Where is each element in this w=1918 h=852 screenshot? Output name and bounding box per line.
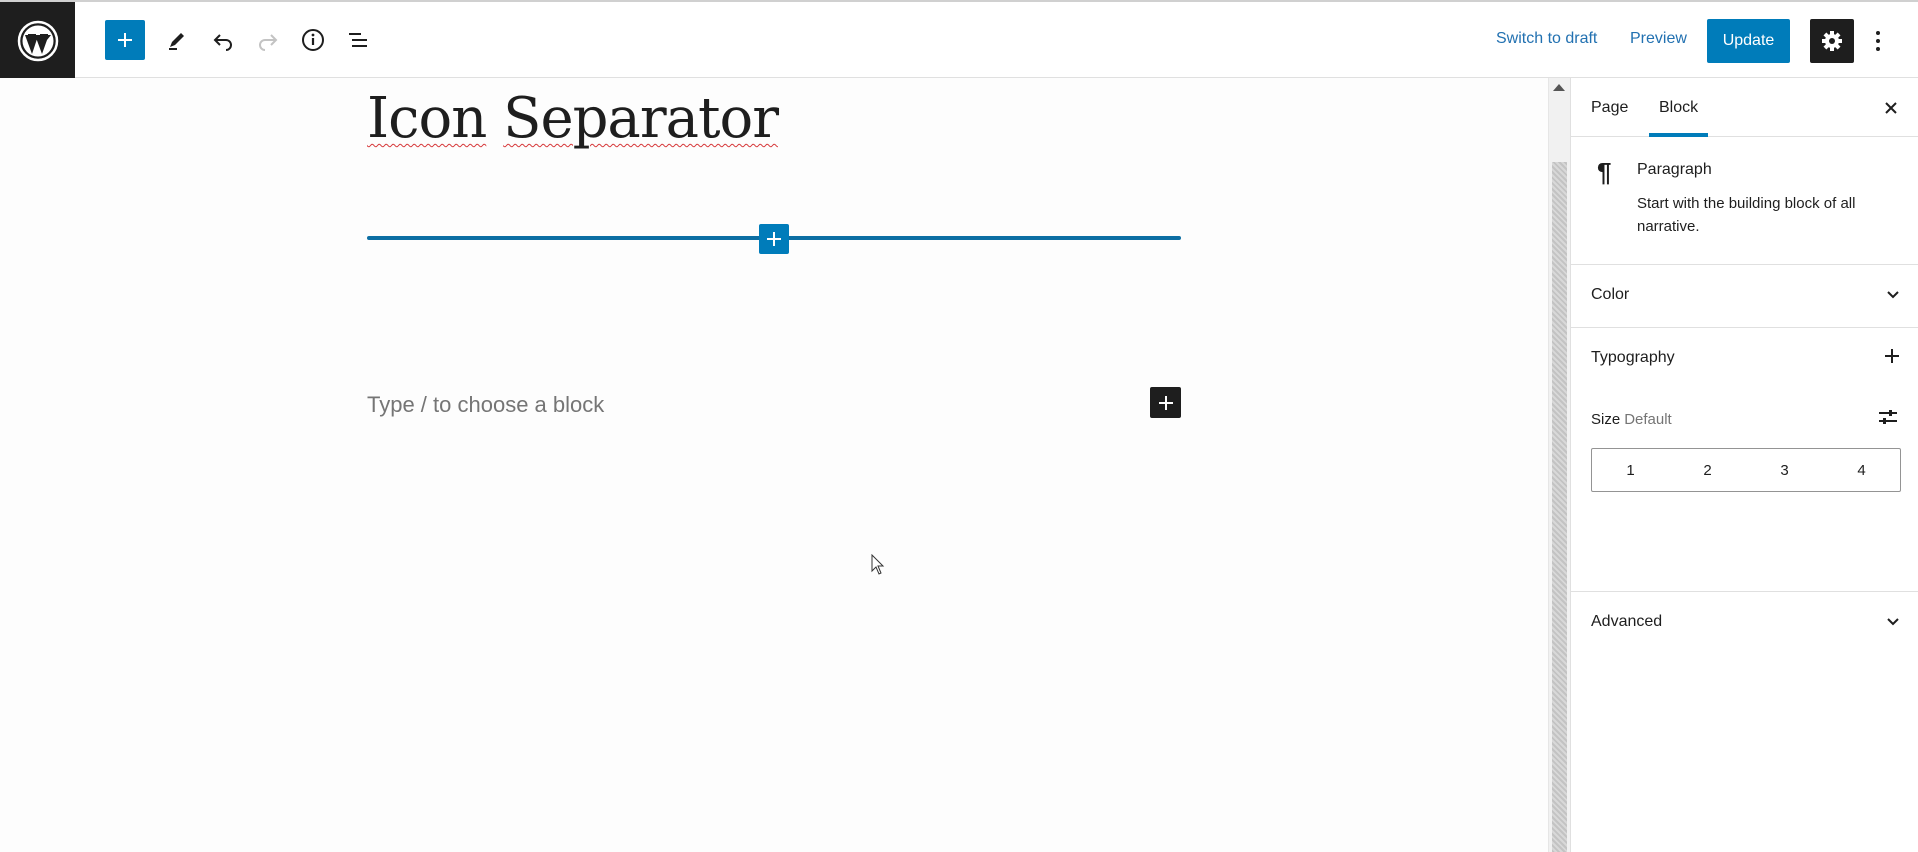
info-icon[interactable] <box>293 20 333 60</box>
plus-icon[interactable] <box>1883 347 1901 370</box>
title-word: Separator <box>503 86 779 151</box>
block-inserter-button[interactable] <box>105 20 145 60</box>
editor-canvas[interactable]: Icon Separator Type / to choose a block <box>0 78 1548 852</box>
chevron-down-icon[interactable] <box>1885 286 1901 307</box>
update-button[interactable]: Update <box>1707 19 1790 63</box>
font-size-option[interactable]: 1 <box>1592 449 1669 491</box>
title-word: Icon <box>367 86 487 151</box>
block-placeholder[interactable]: Type / to choose a block <box>367 392 604 418</box>
editor-toolbar: Switch to draft Preview Update <box>0 0 1918 79</box>
advanced-panel-title: Advanced <box>1591 613 1663 630</box>
custom-size-settings-icon[interactable] <box>1877 406 1899 433</box>
typography-panel-title: Typography <box>1591 349 1675 366</box>
preview-link[interactable]: Preview <box>1630 30 1687 48</box>
sidebar-tabs: Page Block <box>1571 78 1918 137</box>
paragraph-icon: ¶ <box>1597 157 1612 187</box>
wordpress-logo-icon[interactable] <box>0 2 75 79</box>
font-size-option[interactable]: 2 <box>1669 449 1746 491</box>
block-description: Start with the building block of all nar… <box>1637 195 1856 235</box>
block-card: ¶ Paragraph Start with the building bloc… <box>1571 137 1918 265</box>
separator-plus-icon[interactable] <box>759 224 789 254</box>
settings-sidebar: Page Block ¶ Paragraph Start with the bu… <box>1570 78 1918 852</box>
color-panel-title: Color <box>1591 286 1630 303</box>
block-name: Paragraph <box>1637 161 1712 178</box>
page-title[interactable]: Icon Separator <box>367 86 779 151</box>
list-view-icon[interactable] <box>338 20 378 60</box>
font-size-option[interactable]: 4 <box>1823 449 1900 491</box>
size-value: Default <box>1624 411 1672 428</box>
chevron-down-icon[interactable] <box>1885 613 1901 634</box>
add-block-button[interactable] <box>1150 387 1181 418</box>
font-size-label: Size Default <box>1591 411 1672 428</box>
canvas-scrollbar[interactable] <box>1548 78 1570 852</box>
tab-block[interactable]: Block <box>1649 78 1709 137</box>
close-icon[interactable] <box>1877 94 1905 122</box>
redo-icon[interactable] <box>248 20 288 60</box>
scroll-up-arrow-icon[interactable] <box>1553 84 1565 91</box>
more-options-icon[interactable] <box>1866 19 1890 63</box>
pencil-tools-icon[interactable] <box>157 20 197 60</box>
undo-icon[interactable] <box>203 20 243 60</box>
mouse-cursor-icon <box>871 553 885 581</box>
scrollbar-thumb[interactable] <box>1552 162 1567 852</box>
color-panel[interactable]: Color <box>1571 266 1918 328</box>
tab-page[interactable]: Page <box>1591 78 1628 137</box>
size-label: Size <box>1591 411 1621 428</box>
font-size-option[interactable]: 3 <box>1746 449 1823 491</box>
switch-to-draft-link[interactable]: Switch to draft <box>1496 30 1597 48</box>
font-size-picker: 1 2 3 4 <box>1591 448 1901 492</box>
settings-gear-icon[interactable] <box>1810 19 1854 63</box>
advanced-panel[interactable]: Advanced <box>1571 593 1918 655</box>
